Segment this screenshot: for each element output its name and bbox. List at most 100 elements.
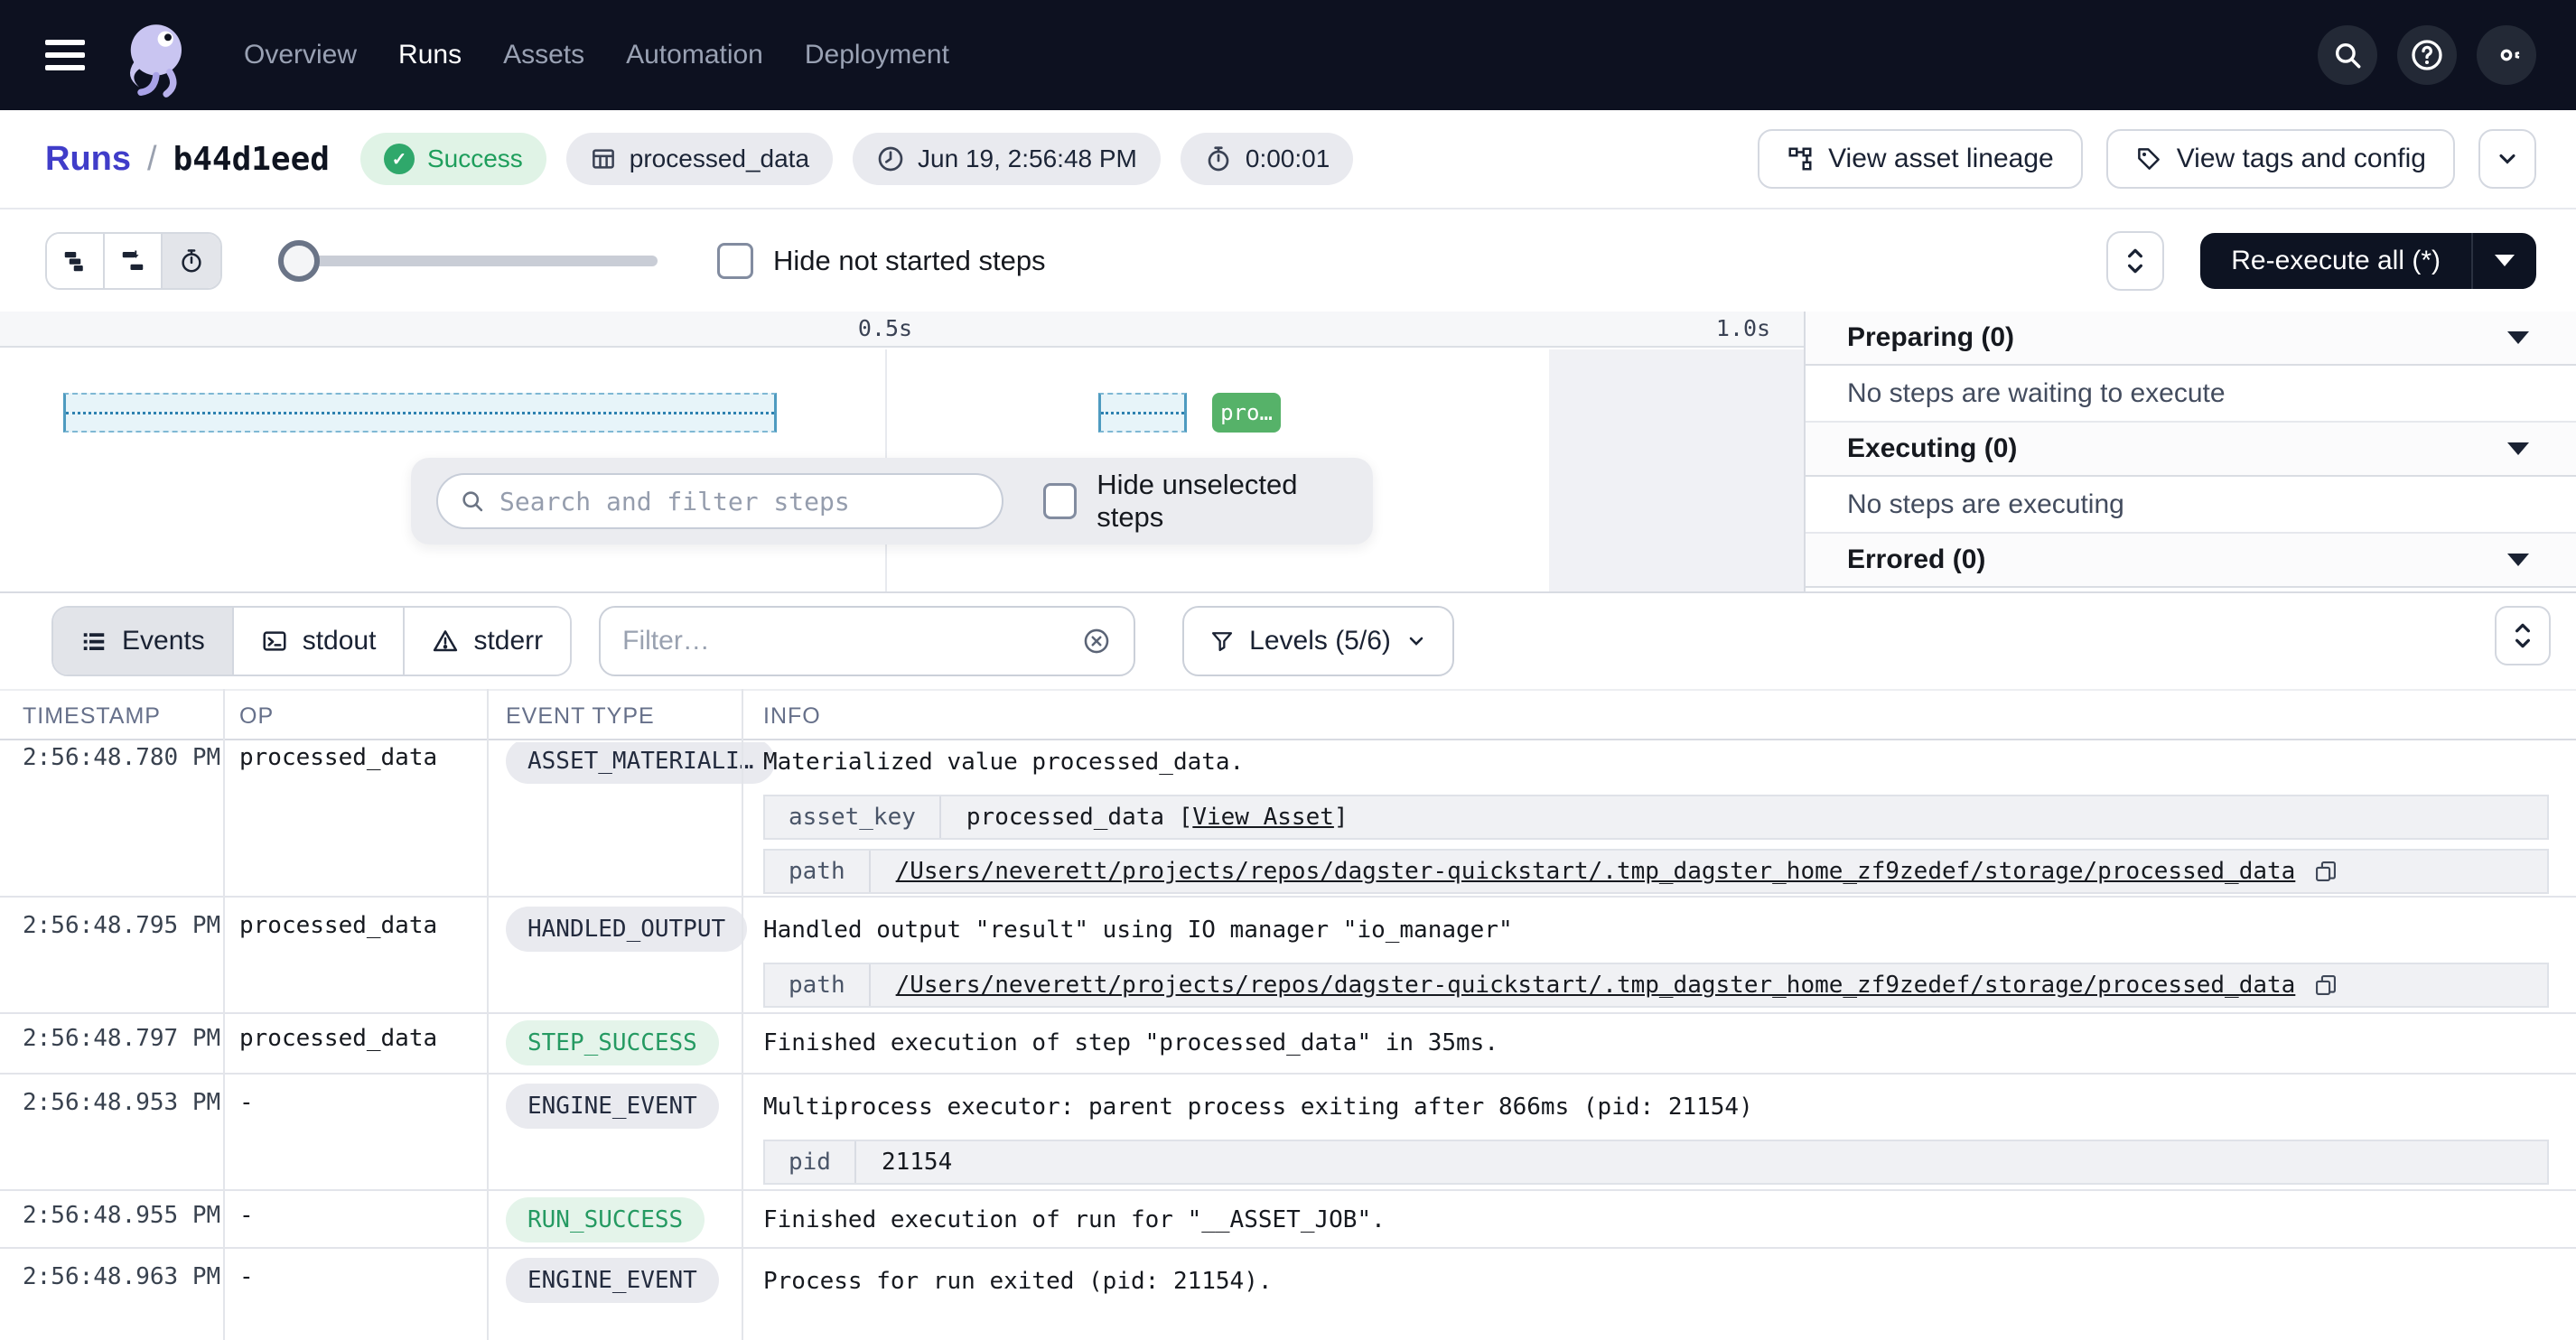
stopwatch-icon [1204,144,1233,173]
metadata-row-asset-key: asset_key processed_data [View Asset] [763,795,2549,840]
gantt-toolbar: Hide not started steps Re-execute all (*… [0,209,2576,312]
gantt-chart: 0.5s 1.0s pro… [0,312,1804,591]
run-logs-section: Events stdout stderr [0,591,2576,1340]
event-timestamp: 2:56:48.780 PM [23,744,220,771]
step-search-input[interactable] [499,487,980,516]
nav-item-overview[interactable]: Overview [244,40,357,70]
section-executing[interactable]: Executing (0) [1806,423,2576,477]
log-row[interactable]: 2:56:48.780 PM processed_data ASSET_MATE… [0,742,2576,898]
hide-unselected-checkbox[interactable] [1043,483,1077,519]
event-timestamp: 2:56:48.953 PM [23,1089,220,1116]
copy-icon[interactable] [2313,859,2338,884]
breadcrumb: Runs / b44d1eed [45,140,330,179]
event-timestamp: 2:56:48.797 PM [23,1025,220,1052]
settings-gear-icon[interactable] [2477,25,2536,85]
reexecute-button-group: Re-execute all (*) [2200,233,2536,289]
up-down-chevrons-icon [2123,246,2147,276]
copy-icon[interactable] [2313,972,2338,998]
hide-unselected-checkbox-row[interactable]: Hide unselected steps [1043,469,1348,534]
expand-collapse-button[interactable] [2106,231,2164,291]
logs-toolbar: Events stdout stderr [0,593,2576,689]
nav-item-automation[interactable]: Automation [626,40,763,70]
log-row[interactable]: 2:56:48.955 PM - RUN_SUCCESS Finished ex… [0,1191,2576,1249]
view-asset-lineage-button[interactable]: View asset lineage [1758,129,2083,189]
section-preparing[interactable]: Preparing (0) [1806,312,2576,366]
event-info-text: Finished execution of run for "__ASSET_J… [763,1204,2549,1236]
event-timestamp: 2:56:48.963 PM [23,1263,220,1290]
log-row[interactable]: 2:56:48.953 PM - ENGINE_EVENT Multiproce… [0,1075,2576,1191]
view-tags-config-button[interactable]: View tags and config [2106,129,2455,189]
dagster-run-page: Overview Runs Assets Automation Deployme… [0,0,2576,1340]
step-search-box[interactable] [436,473,1003,529]
run-prep-span-bar[interactable] [63,393,777,433]
event-list-icon [80,628,107,655]
clear-filter-icon[interactable] [1081,626,1112,656]
chevron-down-icon [2495,146,2520,172]
levels-filter-button[interactable]: Levels (5/6) [1182,606,1454,676]
log-row[interactable]: 2:56:48.795 PM processed_data HANDLED_OU… [0,898,2576,1014]
slider-track[interactable] [293,256,658,266]
nav-item-assets[interactable]: Assets [503,40,584,70]
view-asset-link[interactable]: View Asset [1192,804,1334,831]
storage-path-link[interactable]: /Users/neverett/projects/repos/dagster-q… [896,972,2296,999]
up-down-chevrons-icon [2511,620,2534,651]
metadata-value: 21154 [882,1149,952,1176]
success-check-icon: ✓ [384,144,415,174]
gantt-view-timed-icon[interactable] [163,234,220,288]
gantt-view-flat-icon[interactable] [47,234,105,288]
step-wait-span-bar[interactable] [1098,393,1187,433]
col-info[interactable]: INFO [763,703,821,730]
tab-stdout[interactable]: stdout [234,608,406,675]
top-nav-actions [2318,25,2536,85]
log-row[interactable]: 2:56:48.797 PM processed_data STEP_SUCCE… [0,1014,2576,1075]
event-type-badge: ENGINE_EVENT [506,1084,719,1129]
section-errored[interactable]: Errored (0) [1806,534,2576,588]
tab-events[interactable]: Events [53,608,234,675]
start-time-label: Jun 19, 2:56:48 PM [918,144,1137,173]
slider-handle[interactable] [278,240,320,282]
reexecute-all-button[interactable]: Re-execute all (*) [2200,233,2471,289]
duration-badge: 0:00:01 [1181,133,1353,185]
dagster-logo-icon[interactable] [114,12,195,98]
log-filter-box[interactable] [599,606,1135,676]
tab-events-label: Events [122,626,205,656]
nav-item-runs[interactable]: Runs [398,40,462,70]
asset-badge[interactable]: processed_data [566,133,833,185]
log-filter-input[interactable] [622,626,1069,656]
log-rows-viewport[interactable]: 2:56:48.780 PM processed_data ASSET_MATE… [0,742,2576,1340]
gantt-view-waterfall-icon[interactable] [105,234,163,288]
help-icon[interactable] [2397,25,2457,85]
step-filter-panel: Hide unselected steps [411,458,1373,544]
col-op[interactable]: OP [239,703,274,730]
storage-path-link[interactable]: /Users/neverett/projects/repos/dagster-q… [896,858,2296,885]
gantt-zoom-slider[interactable] [278,232,658,290]
event-op: - [239,1263,254,1290]
col-event-type[interactable]: EVENT TYPE [506,703,655,730]
search-icon[interactable] [2318,25,2377,85]
log-row[interactable]: 2:56:48.963 PM - ENGINE_EVENT Process fo… [0,1249,2576,1340]
run-more-actions-button[interactable] [2478,129,2536,189]
event-info-text: Finished execution of step "processed_da… [763,1027,2549,1059]
hamburger-menu-icon[interactable] [45,40,85,70]
reexecute-dropdown-button[interactable] [2471,233,2536,289]
event-op: processed_data [239,744,437,771]
logs-tabs: Events stdout stderr [51,606,572,676]
hide-not-started-checkbox[interactable] [717,243,753,279]
tab-stderr[interactable]: stderr [405,608,570,675]
gantt-body: pro… Hide unselected steps [0,349,1804,591]
hide-not-started-checkbox-row[interactable]: Hide not started steps [717,243,1046,279]
status-badge-label: Success [427,144,523,173]
top-nav: Overview Runs Assets Automation Deployme… [0,0,2576,110]
col-timestamp[interactable]: TIMESTAMP [23,703,161,730]
caret-down-icon [2507,331,2529,344]
breadcrumb-runs-link[interactable]: Runs [45,140,131,179]
status-badge[interactable]: ✓ Success [360,133,546,185]
event-timestamp: 2:56:48.795 PM [23,912,220,939]
column-divider [223,689,225,1340]
run-steps-panel: Preparing (0) No steps are waiting to ex… [1804,312,2576,591]
nav-item-deployment[interactable]: Deployment [805,40,949,70]
logs-expand-button[interactable] [2495,606,2551,665]
tab-stderr-label: stderr [473,626,543,656]
step-bar-processed-data[interactable]: pro… [1212,393,1281,433]
breadcrumb-separator: / [147,140,157,179]
